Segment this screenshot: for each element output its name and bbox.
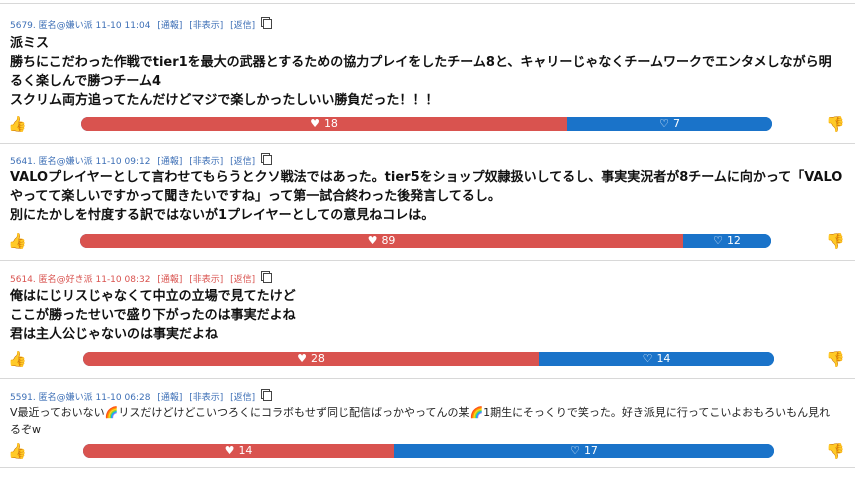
comment-line: 派ミス [10, 36, 50, 51]
comment-header: 5679. 匿名@嫌い派 11-10 11:04 [10, 21, 151, 31]
dislike-count: 14 [656, 352, 671, 365]
dislike-segment[interactable]: ♡ 17 [394, 444, 774, 458]
thumbs-down-icon[interactable]: 👍 [826, 442, 845, 460]
hide-link[interactable]: [非表示] [189, 393, 223, 403]
thumbs-down-icon[interactable]: 👍 [826, 115, 845, 133]
like-count: 18 [323, 117, 338, 130]
dislike-segment[interactable]: ♡ 12 [683, 234, 771, 248]
vote-bar: ♥ 18 ♡ 7 [81, 117, 772, 131]
thumbs-up-icon[interactable]: 👍 [8, 351, 27, 367]
comment-line: 別にたかしを忖度する訳ではないが1プレイヤーとしての意見ねコレは。 [10, 208, 435, 223]
comment-body: 俺はにじリスじゃなくて中立の立場で見てたけど ここが勝ったせいで盛り下がったのは… [10, 287, 847, 344]
like-segment[interactable]: ♥ 18 [81, 117, 567, 131]
reply-link[interactable]: [返信] [230, 275, 255, 285]
comment-meta: 5641. 匿名@嫌い派 11-10 09:12 [通報] [非表示] [返信] [10, 153, 273, 167]
report-link[interactable]: [通報] [157, 21, 182, 31]
like-count: 28 [310, 352, 325, 365]
dislike-segment[interactable]: ♡ 14 [539, 352, 774, 366]
vote-bar: ♥ 14 ♡ 17 [83, 444, 774, 458]
vote-bar: ♥ 89 ♡ 12 [80, 234, 771, 248]
heart-icon: ♥ [297, 352, 307, 365]
comment-line: VALOプレイヤーとして言わせてもらうとクソ戦法ではあった。tier5をショップ… [10, 170, 843, 185]
thumbs-up-icon[interactable]: 👍 [8, 116, 27, 132]
dislike-count: 17 [583, 444, 598, 457]
dislike-count: 7 [672, 117, 680, 130]
reply-link[interactable]: [返信] [230, 157, 255, 167]
like-count: 89 [381, 234, 396, 247]
comment-header: 5614. 匿名@好き派 11-10 08:32 [10, 275, 151, 285]
thumbs-up-icon[interactable]: 👍 [8, 233, 27, 249]
copy-icon[interactable] [261, 153, 273, 165]
report-link[interactable]: [通報] [157, 393, 182, 403]
comment-line: ここが勝ったせいで盛り下がったのは事実だよね [10, 308, 296, 323]
heart-icon: ♥ [224, 444, 235, 457]
comment-5641: 5641. 匿名@嫌い派 11-10 09:12 [通報] [非表示] [返信]… [0, 144, 855, 261]
comment-body: V最近っておいない🌈リスだけどけどこいつろくにコラボもせず同じ配信ばっかやってん… [10, 404, 847, 438]
comment-5591: 5591. 匿名@嫌い派 11-10 06:28 [通報] [非表示] [返信]… [0, 379, 855, 468]
report-link[interactable]: [通報] [157, 157, 182, 167]
like-segment[interactable]: ♥ 14 [83, 444, 394, 458]
comment-line: 俺はにじリスじゃなくて中立の立場で見てたけど [10, 289, 296, 304]
copy-icon[interactable] [261, 17, 273, 29]
comment-line: 勝ちにこだわった作戦でtier1を最大の武器とするための協力プレイをしたチーム8… [10, 55, 832, 70]
heart-icon: ♥ [310, 117, 320, 130]
like-count: 14 [238, 444, 253, 457]
comment-body: VALOプレイヤーとして言わせてもらうとクソ戦法ではあった。tier5をショップ… [10, 168, 847, 225]
heart-icon: ♥ [367, 234, 378, 247]
comment-body: 派ミス 勝ちにこだわった作戦でtier1を最大の武器とするための協力プレイをした… [10, 34, 847, 110]
comment-header: 5641. 匿名@嫌い派 11-10 09:12 [10, 157, 151, 167]
copy-icon[interactable] [261, 389, 273, 401]
reply-link[interactable]: [返信] [230, 21, 255, 31]
dislike-segment[interactable]: ♡ 7 [567, 117, 772, 131]
vote-bar: ♥ 28 ♡ 14 [83, 352, 774, 366]
broken-heart-icon: ♡ [713, 234, 723, 247]
comment-5614: 5614. 匿名@好き派 11-10 08:32 [通報] [非表示] [返信]… [0, 261, 855, 379]
thumbs-down-icon[interactable]: 👍 [826, 350, 845, 368]
comment-meta: 5614. 匿名@好き派 11-10 08:32 [通報] [非表示] [返信] [10, 271, 273, 285]
comment-meta: 5591. 匿名@嫌い派 11-10 06:28 [通報] [非表示] [返信] [10, 389, 273, 403]
comment-line: スクリム両方追ってたんだけどマジで楽しかったしいい勝負だった！！！ [10, 93, 439, 108]
thumbs-down-icon[interactable]: 👍 [826, 232, 845, 250]
hide-link[interactable]: [非表示] [189, 275, 223, 285]
comment-meta: 5679. 匿名@嫌い派 11-10 11:04 [通報] [非表示] [返信] [10, 17, 273, 31]
comment-line: るく楽しんで勝つチーム4 [10, 74, 162, 89]
comment-line: やってて楽しいですかって聞きたいですね」って第一試合終わった後発言してるし。 [10, 189, 501, 204]
comment-line: V最近っておいない🌈リスだけどけどこいつろくにコラボもせず同じ配信ばっかやってん… [10, 406, 831, 419]
like-segment[interactable]: ♥ 89 [80, 234, 683, 248]
broken-heart-icon: ♡ [659, 117, 669, 130]
comment-5679: 5679. 匿名@嫌い派 11-10 11:04 [通報] [非表示] [返信]… [0, 4, 855, 144]
hide-link[interactable]: [非表示] [189, 157, 223, 167]
broken-heart-icon: ♡ [642, 352, 653, 365]
thumbs-up-icon[interactable]: 👍 [8, 443, 27, 459]
comment-line: るぞw [10, 423, 41, 436]
hide-link[interactable]: [非表示] [189, 21, 223, 31]
comment-line: 君は主人公じゃないのは事実だよね [10, 327, 219, 342]
dislike-count: 12 [726, 234, 741, 247]
broken-heart-icon: ♡ [570, 444, 580, 457]
copy-icon[interactable] [261, 271, 273, 283]
reply-link[interactable]: [返信] [230, 393, 255, 403]
report-link[interactable]: [通報] [157, 275, 182, 285]
like-segment[interactable]: ♥ 28 [83, 352, 539, 366]
comment-header: 5591. 匿名@嫌い派 11-10 06:28 [10, 393, 151, 403]
